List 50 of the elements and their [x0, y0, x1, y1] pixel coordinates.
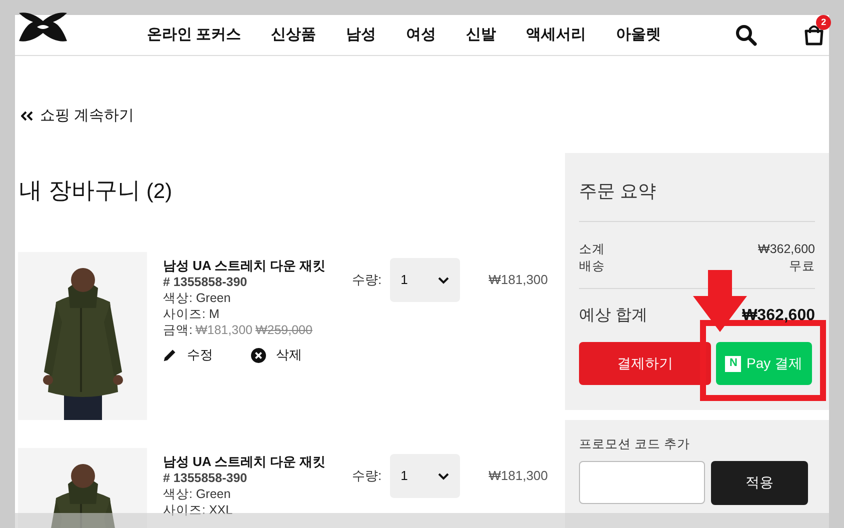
continue-shopping-link[interactable]: 쇼핑 계속하기	[21, 105, 134, 128]
product-color: 색상: Green	[163, 290, 232, 306]
quantity-label: 수량:	[352, 271, 382, 290]
delete-link[interactable]: 삭제	[251, 347, 302, 363]
promo-code-field[interactable]	[579, 460, 705, 504]
nav-link[interactable]: 신상품	[271, 24, 316, 46]
search-icon[interactable]	[735, 24, 758, 46]
product-size: 사이즈: XXL	[163, 502, 234, 518]
summary-label: 배송	[579, 258, 605, 275]
line-total: ₩181,300	[488, 467, 548, 486]
checkout-button[interactable]: 결제하기	[579, 342, 711, 385]
double-chevron-left-icon	[21, 111, 33, 122]
product-size: 사이즈: M	[163, 306, 220, 322]
cart-count: (2)	[146, 178, 172, 204]
chevron-down-icon	[438, 472, 449, 480]
product-color: 색상: Green	[163, 486, 232, 502]
summary-label: 소계	[579, 241, 605, 258]
sale-price: ₩181,300	[195, 322, 252, 338]
npay-logo: N	[725, 356, 742, 372]
nav-link[interactable]: 신발	[466, 24, 496, 46]
quantity-select[interactable]: 1	[390, 454, 460, 498]
nav-link[interactable]: 액세서리	[526, 24, 586, 46]
total-value: ₩362,600	[742, 306, 815, 326]
product-name[interactable]: 남성 UA 스트레치 다운 재킷	[163, 258, 338, 274]
promo-label: 프로모션 코드 추가	[579, 436, 691, 453]
price-label: 금액:	[163, 322, 192, 338]
product-sku: # 1355858-390	[163, 470, 248, 486]
cart-title: 내 장바구니	[19, 176, 140, 204]
line-total: ₩181,300	[488, 271, 548, 290]
quantity-label: 수량:	[352, 467, 382, 486]
summary-value: 무료	[789, 258, 815, 275]
summary-title: 주문 요약	[579, 178, 815, 222]
chevron-down-icon	[438, 276, 449, 284]
nav-link[interactable]: 아울렛	[616, 24, 662, 46]
original-price: ₩259,000	[255, 322, 312, 338]
nav-link[interactable]: 온라인 포커스	[147, 24, 242, 46]
edit-link[interactable]: 수정	[163, 347, 213, 363]
cart-badge: 2	[816, 15, 832, 30]
apply-button[interactable]: 적용	[711, 460, 808, 505]
pencil-icon	[163, 348, 177, 362]
nav-link[interactable]: 남성	[346, 24, 376, 46]
close-icon	[251, 348, 266, 362]
product-sku: # 1355858-390	[163, 274, 248, 290]
quantity-select[interactable]: 1	[390, 258, 460, 302]
total-label: 예상 합계	[579, 306, 648, 326]
shopping-bag-icon[interactable]	[803, 24, 826, 46]
nav-link[interactable]: 여성	[406, 24, 436, 46]
logo[interactable]	[17, 11, 69, 43]
summary-value: ₩362,600	[758, 241, 815, 258]
product-name[interactable]: 남성 UA 스트레치 다운 재킷	[163, 454, 338, 470]
